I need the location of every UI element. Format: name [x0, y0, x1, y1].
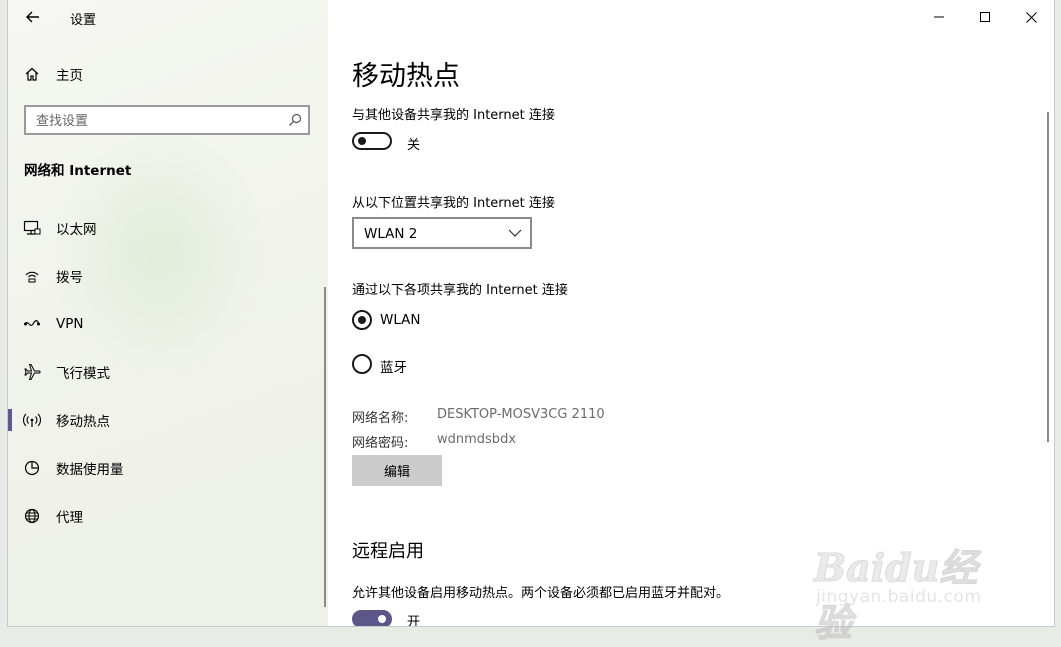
chevron-down-icon	[508, 229, 522, 237]
share-over-label: 通过以下各项共享我的 Internet 连接	[352, 283, 568, 298]
sidebar-item-label: 移动热点	[56, 414, 110, 430]
network-name-key: 网络名称:	[352, 411, 409, 426]
airplane-icon	[23, 363, 41, 381]
share-from-label: 从以下位置共享我的 Internet 连接	[352, 196, 555, 211]
sidebar-scrollbar[interactable]	[324, 287, 326, 607]
sidebar-item-label: 数据使用量	[56, 462, 124, 478]
sidebar-item-vpn[interactable]: VPN	[8, 304, 328, 344]
radio-bluetooth[interactable]	[352, 354, 372, 374]
search-input[interactable]	[34, 111, 278, 131]
sidebar: 设置 主页 网络和 Internet 以太网 拨号	[8, 0, 328, 626]
sidebar-item-label: 拨号	[56, 270, 83, 286]
sidebar-item-ethernet[interactable]: 以太网	[8, 208, 328, 248]
sidebar-item-airplane-mode[interactable]: 飞行模式	[8, 352, 328, 392]
app-title: 设置	[70, 13, 97, 28]
sidebar-item-label: 主页	[56, 68, 83, 84]
sidebar-item-proxy[interactable]: 代理	[8, 496, 328, 536]
radio-bluetooth-label: 蓝牙	[380, 360, 407, 376]
sidebar-item-label: VPN	[56, 316, 84, 332]
toggle-knob	[378, 615, 386, 623]
search-icon[interactable]	[288, 113, 302, 127]
back-button[interactable]	[22, 6, 44, 28]
search-box[interactable]	[24, 105, 310, 135]
ethernet-icon	[23, 219, 41, 237]
share-toggle-state: 关	[407, 138, 421, 153]
share-label: 与其他设备共享我的 Internet 连接	[352, 108, 555, 123]
sidebar-item-label: 以太网	[56, 222, 97, 238]
network-name-value: DESKTOP-MOSV3CG 2110	[437, 407, 605, 422]
remote-toggle-state: 开	[407, 615, 421, 626]
network-password-key: 网络密码:	[352, 436, 409, 451]
radio-wlan[interactable]	[352, 310, 372, 330]
remote-section-title: 远程启用	[352, 541, 424, 562]
globe-icon	[23, 507, 41, 525]
baidu-watermark: Baidu经验 jingyan.baidu.com	[810, 515, 1010, 646]
section-title: 网络和 Internet	[24, 163, 132, 179]
main-scrollbar[interactable]	[1047, 112, 1049, 442]
active-indicator	[8, 409, 12, 431]
edit-button[interactable]: 编辑	[352, 455, 442, 486]
remote-toggle[interactable]	[352, 610, 392, 626]
home-icon	[23, 65, 41, 83]
remote-description: 允许其他设备启用移动热点。两个设备必须都已启用蓝牙并配对。	[352, 586, 730, 601]
share-from-dropdown[interactable]: WLAN 2	[352, 217, 532, 249]
sidebar-item-label: 代理	[56, 510, 83, 526]
sidebar-item-data-usage[interactable]: 数据使用量	[8, 448, 328, 488]
dropdown-value: WLAN 2	[364, 226, 418, 242]
back-arrow-icon	[26, 11, 39, 23]
share-toggle[interactable]	[352, 132, 392, 150]
vpn-icon	[23, 315, 41, 333]
sidebar-item-label: 飞行模式	[56, 366, 110, 382]
sidebar-item-mobile-hotspot[interactable]: 移动热点	[8, 400, 328, 440]
data-usage-icon	[23, 459, 41, 477]
dialup-icon	[23, 267, 41, 285]
radio-wlan-label: WLAN	[380, 312, 421, 328]
page-title: 移动热点	[352, 61, 460, 92]
sidebar-item-dialup[interactable]: 拨号	[8, 256, 328, 296]
sidebar-item-home[interactable]: 主页	[8, 58, 328, 90]
watermark-url: jingyan.baidu.com	[816, 587, 982, 607]
network-password-value: wdnmdsbdx	[437, 432, 517, 447]
hotspot-icon	[23, 411, 41, 429]
toggle-knob	[358, 137, 366, 145]
